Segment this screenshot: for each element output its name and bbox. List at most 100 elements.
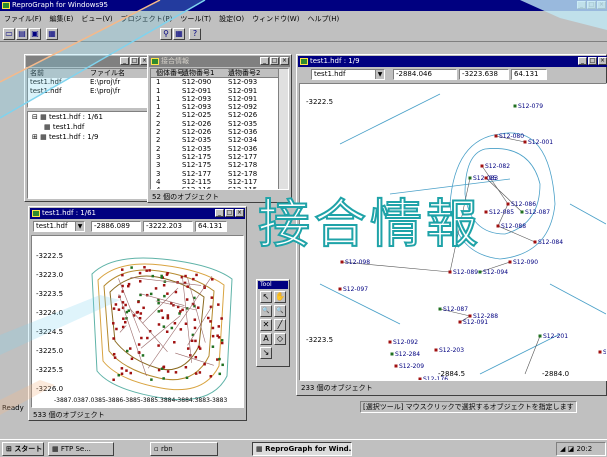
minimize-button[interactable]: _	[215, 209, 224, 217]
save-icon[interactable]: ▣	[29, 28, 41, 40]
tree-item[interactable]: ⊟ ▦ test1.hdf : 1/61	[32, 112, 148, 122]
x-coordinate-field[interactable]: -2886.089	[91, 221, 141, 232]
maximize-button[interactable]: □	[588, 57, 597, 65]
table-cell: S12-091	[182, 86, 212, 95]
close-button[interactable]: ×	[597, 1, 606, 9]
table-row[interactable]: 2 S12-026 S12-036	[151, 128, 288, 136]
data-point	[120, 372, 124, 376]
map-canvas-small[interactable]: -3222.5 -3223.0 -3223.5 -3224.0 -3224.5 …	[31, 235, 244, 408]
maximize-button[interactable]: □	[587, 1, 596, 9]
table-row[interactable]: 2 S12-035 S12-034	[151, 136, 288, 144]
data-point	[448, 270, 452, 274]
app-titlebar[interactable]: ReproGraph for Windows95 _ □ ×	[0, 0, 607, 11]
column-name[interactable]: 名前	[28, 69, 90, 78]
menu-edit[interactable]: 編集(E)	[46, 15, 78, 23]
layer-select[interactable]: test1.hdf ▼	[33, 221, 85, 232]
y-coordinate-field[interactable]: -3223.638	[459, 69, 509, 80]
minimize-button[interactable]: _	[578, 57, 587, 65]
tool-palette-titlebar[interactable]: Tool	[258, 281, 288, 289]
data-point	[142, 306, 145, 310]
table-row[interactable]: 2 S12-025 S12-026	[151, 111, 288, 119]
maximize-button[interactable]: □	[130, 57, 139, 65]
table-cell: S12-035	[182, 136, 212, 145]
data-point	[221, 363, 224, 367]
column-individual[interactable]: 個体番号	[151, 69, 184, 77]
file-name[interactable]: test1.hdf	[28, 78, 90, 87]
table-row[interactable]: 2 S12-035 S12-036	[151, 145, 288, 153]
close-button[interactable]: ×	[598, 57, 607, 65]
data-point	[166, 292, 169, 295]
vertical-scrollbar[interactable]	[278, 69, 288, 189]
menu-window[interactable]: ウィンドウ(W)	[248, 15, 303, 23]
shape-tool-icon[interactable]: ◇	[274, 333, 286, 345]
text-tool-icon[interactable]: A	[260, 333, 272, 345]
table-row[interactable]: 2 S12-026 S12-035	[151, 120, 288, 128]
tree-item[interactable]: ▦ test1.hdf	[32, 122, 148, 132]
menu-tools[interactable]: ツール(T)	[176, 15, 215, 23]
scale-field[interactable]: 64.131	[511, 69, 547, 80]
data-point	[210, 296, 214, 299]
help-icon[interactable]: ?	[189, 28, 201, 40]
column-artifact1[interactable]: 遺物番号1	[182, 69, 228, 77]
column-file[interactable]: ファイル名	[90, 69, 125, 78]
table-row[interactable]: 1 S12-093 S12-091	[151, 95, 288, 103]
menu-file[interactable]: ファイル(F)	[0, 15, 46, 23]
point-label: S12-089	[453, 269, 478, 276]
zoom-in-icon[interactable]: 🔍	[260, 305, 272, 317]
map-large-titlebar[interactable]: test1.hdf : 1/9 _ □ ×	[298, 56, 607, 67]
taskbar-item-ftp[interactable]: ▦ FTP Se...	[48, 442, 114, 456]
taskbar-item-reprograph[interactable]: ▦ ReproGraph for Wind...	[252, 442, 352, 456]
open-icon[interactable]: ▤	[16, 28, 28, 40]
minimize-button[interactable]: _	[577, 1, 586, 9]
hand-tool-icon[interactable]: ✋	[274, 291, 286, 303]
table-row[interactable]: 1 S12-090 S12-093	[151, 78, 288, 86]
table-row[interactable]: 3 S12-177 S12-178	[151, 170, 288, 178]
data-point	[484, 176, 488, 180]
menu-project[interactable]: プロジェクト(P)	[117, 15, 177, 23]
print-icon[interactable]: ▦	[46, 28, 58, 40]
tree-item[interactable]: ⊞ ▦ test1.hdf : 1/9	[32, 132, 148, 142]
start-button[interactable]: ⊞ スタート	[2, 442, 44, 456]
minimize-button[interactable]: _	[120, 57, 129, 65]
layer-select[interactable]: test1.hdf ▼	[311, 69, 385, 80]
menu-settings[interactable]: 設定(O)	[215, 15, 248, 23]
joint-titlebar[interactable]: 接合情報 _ □ ×	[149, 56, 290, 67]
x-coordinate-field[interactable]: -2884.046	[393, 69, 457, 80]
close-button[interactable]: ×	[235, 209, 244, 217]
minimize-button[interactable]: _	[260, 57, 269, 65]
table-cell: 3	[156, 161, 161, 170]
zoom-out-icon[interactable]: 🔍	[274, 305, 286, 317]
zoom-icon[interactable]: ⚲	[160, 28, 172, 40]
data-point	[129, 371, 133, 375]
project-titlebar[interactable]: _ □ ×	[26, 56, 150, 67]
menu-view[interactable]: ビュー(V)	[77, 15, 116, 23]
file-name[interactable]: test1.hdf	[28, 87, 90, 96]
table-cell: 1	[156, 86, 161, 95]
maximize-button[interactable]: □	[225, 209, 234, 217]
maximize-button[interactable]: □	[270, 57, 279, 65]
data-point	[124, 303, 127, 307]
table-row[interactable]: 1 S12-093 S12-092	[151, 103, 288, 111]
data-point	[166, 316, 170, 320]
line-tool-icon[interactable]: ╱	[274, 319, 286, 331]
column-artifact2[interactable]: 遺物番号2	[228, 69, 273, 77]
data-point	[128, 347, 132, 350]
chevron-down-icon[interactable]: ▼	[375, 70, 384, 79]
y-coordinate-field[interactable]: -3222.203	[143, 221, 193, 232]
table-row[interactable]: 1 S12-091 S12-091	[151, 87, 288, 95]
table-row[interactable]: 3 S12-175 S12-178	[151, 161, 288, 169]
map-small-titlebar[interactable]: test1.hdf : 1/61 _ □ ×	[30, 208, 245, 219]
new-icon[interactable]: ▭	[3, 28, 15, 40]
data-point	[162, 377, 165, 380]
arrow-tool-icon[interactable]: ↘	[260, 347, 272, 359]
scale-field[interactable]: 64.131	[195, 221, 227, 232]
menu-help[interactable]: ヘルプ(H)	[303, 15, 343, 23]
point-label: S12-087	[525, 209, 550, 216]
select-tool-icon[interactable]: ↖	[260, 291, 272, 303]
delete-tool-icon[interactable]: ✕	[260, 319, 272, 331]
taskbar-item-rbn[interactable]: ▫ rbn	[150, 442, 218, 456]
chevron-down-icon[interactable]: ▼	[75, 222, 84, 231]
table-row[interactable]: 3 S12-175 S12-177	[151, 153, 288, 161]
close-button[interactable]: ×	[280, 57, 289, 65]
table-icon[interactable]: ▦	[173, 28, 185, 40]
